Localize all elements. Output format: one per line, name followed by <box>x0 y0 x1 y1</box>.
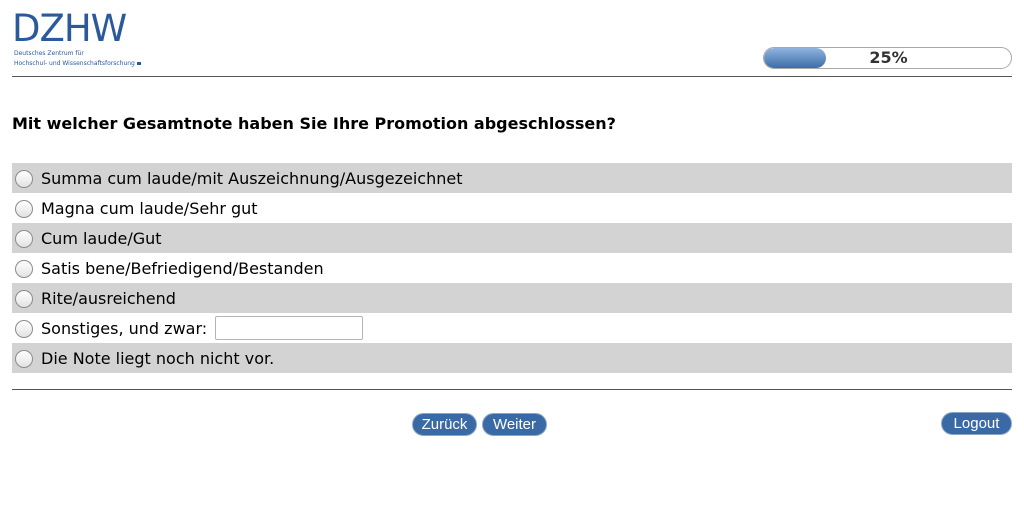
footer-divider <box>12 389 1012 390</box>
radio-button[interactable] <box>15 230 33 248</box>
radio-button[interactable] <box>15 350 33 368</box>
option-row-magna[interactable]: Magna cum laude/Sehr gut <box>12 193 1012 223</box>
option-label: Magna cum laude/Sehr gut <box>41 198 258 218</box>
dzhw-logo: DZHW Deutsches Zentrum für Hochschul- un… <box>12 10 152 68</box>
header-divider <box>12 76 1012 77</box>
option-label: Rite/ausreichend <box>41 288 176 308</box>
next-button[interactable]: Weiter <box>482 413 547 436</box>
option-row-sonstiges[interactable]: Sonstiges, und zwar: <box>12 313 1012 343</box>
option-label: Satis bene/Befriedigend/Bestanden <box>41 258 324 278</box>
logout-button[interactable]: Logout <box>941 412 1012 435</box>
radio-button[interactable] <box>15 290 33 308</box>
radio-button[interactable] <box>15 170 33 188</box>
progress-bar: 25% <box>763 47 1012 69</box>
option-label: Cum laude/Gut <box>41 228 162 248</box>
radio-button[interactable] <box>15 260 33 278</box>
option-row-satis-bene[interactable]: Satis bene/Befriedigend/Bestanden <box>12 253 1012 283</box>
other-grade-input[interactable] <box>215 316 364 340</box>
radio-button[interactable] <box>15 320 33 338</box>
progress-label: 25% <box>869 48 908 67</box>
logo-subtitle-line1: Deutsches Zentrum für <box>14 50 84 57</box>
radio-button[interactable] <box>15 200 33 218</box>
logo-subtitle-line2: Hochschul- und Wissenschaftsforschung <box>14 60 152 68</box>
option-row-cum-laude[interactable]: Cum laude/Gut <box>12 223 1012 253</box>
option-row-rite[interactable]: Rite/ausreichend <box>12 283 1012 313</box>
option-row-summa[interactable]: Summa cum laude/mit Auszeichnung/Ausgeze… <box>12 163 1012 193</box>
option-label: Sonstiges, und zwar: <box>41 318 208 338</box>
logo-subtitle-line2-text: Hochschul- und Wissenschaftsforschung <box>14 60 135 67</box>
option-row-not-yet[interactable]: Die Note liegt noch nicht vor. <box>12 343 1012 373</box>
back-button[interactable]: Zurück <box>412 413 477 436</box>
question-text: Mit welcher Gesamtnote haben Sie Ihre Pr… <box>12 114 616 133</box>
answer-options: Summa cum laude/mit Auszeichnung/Ausgeze… <box>12 163 1012 373</box>
logo-square-icon <box>136 62 141 65</box>
option-label: Summa cum laude/mit Auszeichnung/Ausgeze… <box>41 168 463 188</box>
logo-wordmark: DZHW <box>12 7 127 50</box>
option-label: Die Note liegt noch nicht vor. <box>41 348 275 368</box>
